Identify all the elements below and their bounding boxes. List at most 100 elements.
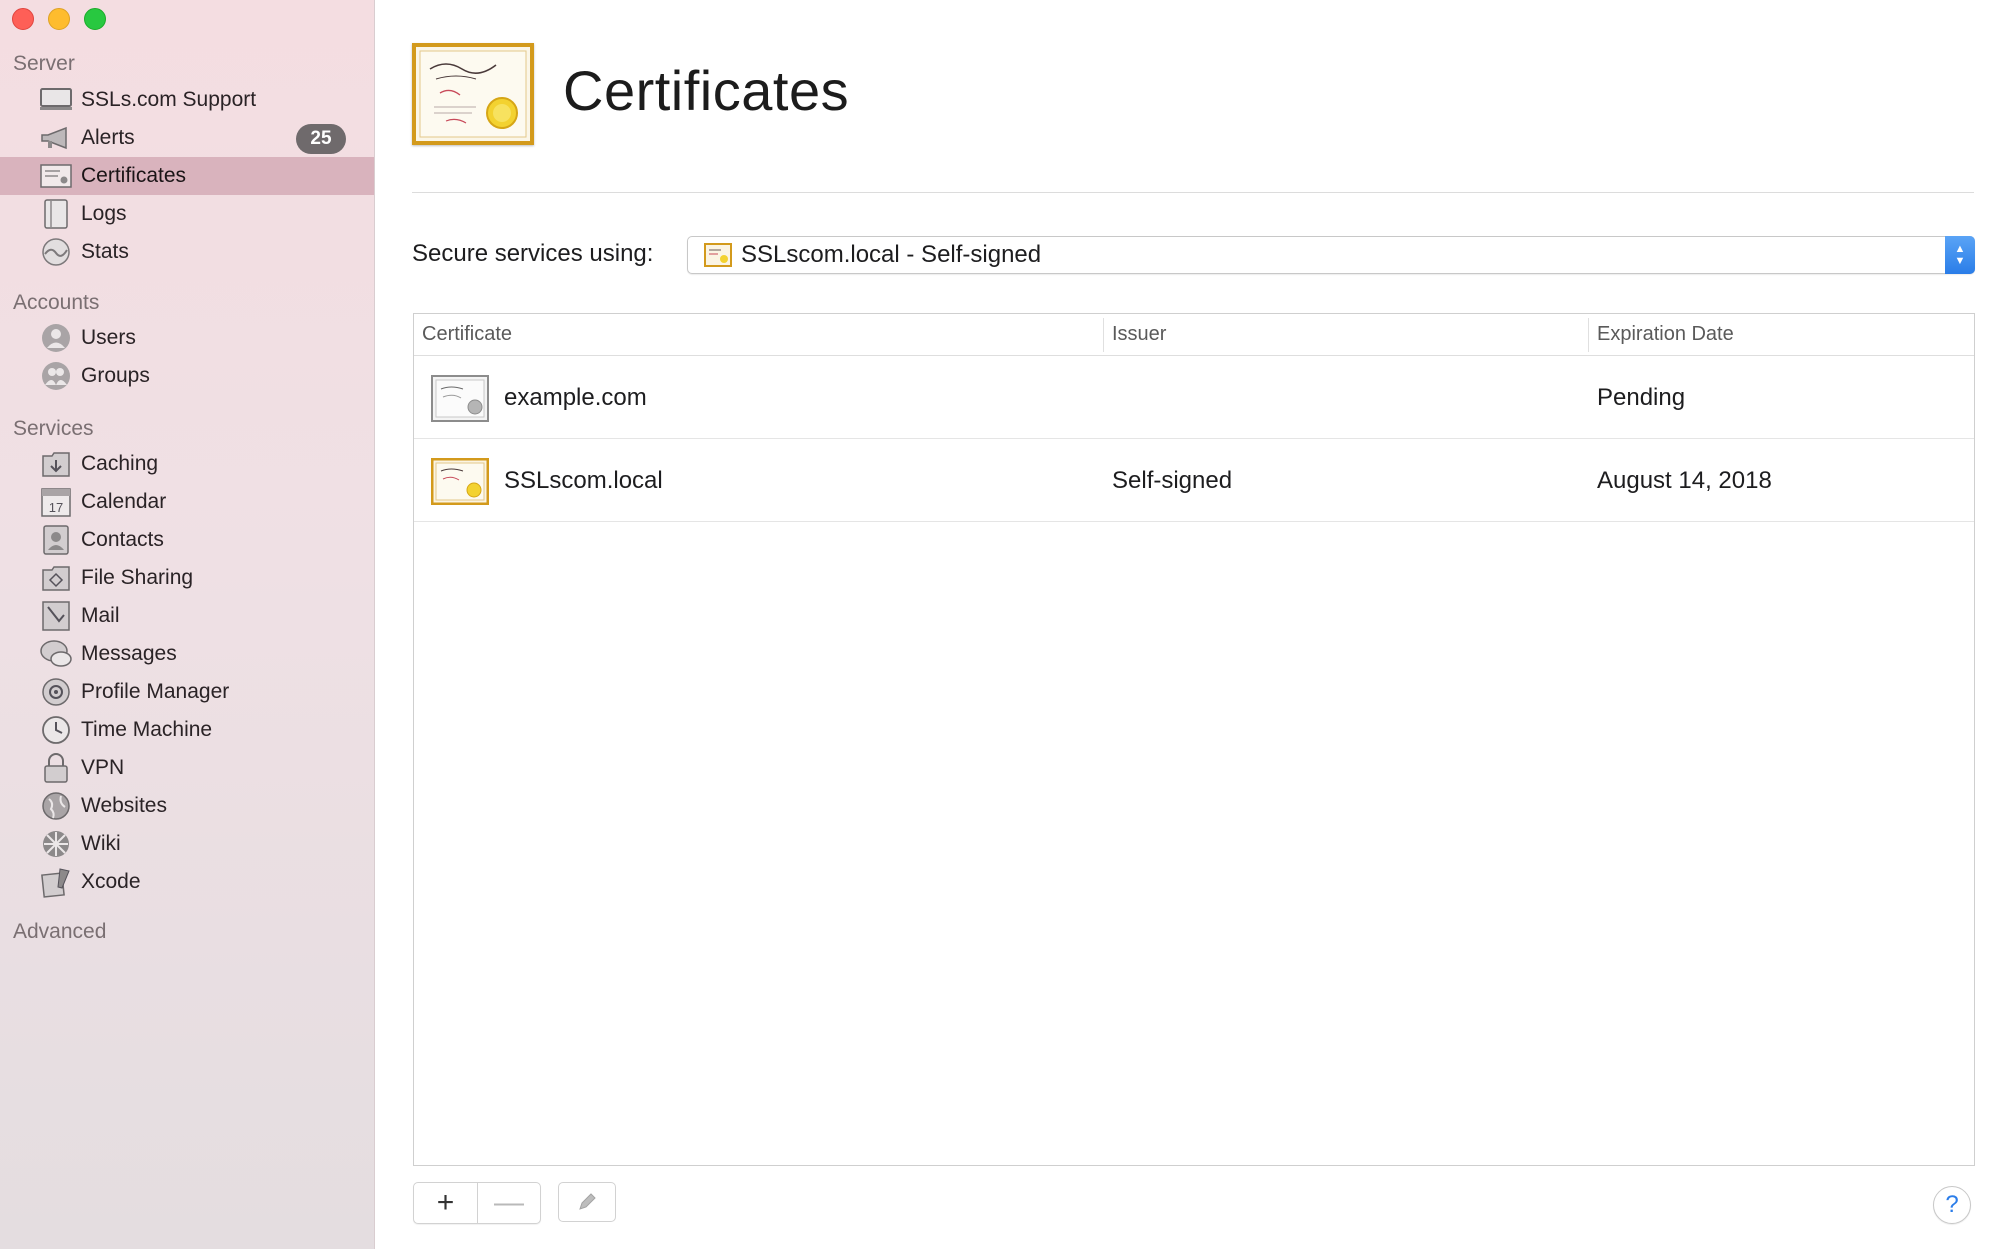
section-advanced[interactable]: Advanced [13, 920, 106, 944]
sidebar-item-label: File Sharing [81, 566, 194, 589]
table-row[interactable]: example.com Pending [414, 356, 1974, 439]
display-icon [40, 84, 72, 116]
sidebar-item-label: Calendar [81, 490, 167, 513]
calendar-icon-date: 17 [49, 500, 63, 515]
certificate-header-icon [412, 43, 534, 145]
sidebar-item-websites[interactable]: Websites [0, 787, 374, 825]
secure-services-label: Secure services using: [412, 240, 654, 267]
wiki-icon [40, 828, 72, 860]
sidebar-item-label: SSLs.com Support [81, 88, 257, 111]
stats-icon [40, 236, 72, 268]
certificate-expiration: August 14, 2018 [1597, 467, 1772, 494]
certificates-table: Certificate Issuer Expiration Date examp… [413, 313, 1975, 1166]
time-machine-icon [40, 714, 72, 746]
column-header-certificate[interactable]: Certificate [422, 323, 512, 346]
sidebar-item-label: Certificates [81, 164, 187, 187]
pencil-icon [579, 1193, 596, 1210]
sidebar-item-vpn[interactable]: VPN [0, 749, 374, 787]
root-certificate-icon [704, 243, 732, 267]
sidebar-item-caching[interactable]: Caching [0, 445, 374, 483]
minimize-window-button[interactable] [48, 8, 70, 30]
user-icon [40, 322, 72, 354]
sidebar-item-label: Users [81, 326, 136, 349]
header-divider [412, 192, 1974, 193]
section-server: Server [13, 52, 75, 75]
section-services: Services [13, 417, 94, 440]
page-title: Certificates [563, 59, 850, 122]
help-button[interactable]: ? [1933, 1186, 1971, 1224]
sidebar-item-label: Groups [81, 364, 150, 387]
sidebar-item-users[interactable]: Users [0, 319, 374, 357]
caching-icon [40, 448, 72, 480]
sidebar-item-label: Wiki [81, 832, 121, 855]
edit-certificate-button[interactable] [558, 1182, 616, 1222]
xcode-icon [40, 866, 72, 898]
sidebar-item-sslscom-support[interactable]: SSLs.com Support [0, 81, 374, 119]
sidebar-item-label: Xcode [81, 870, 141, 893]
sidebar-item-label: Logs [81, 202, 127, 225]
certificate-name: example.com [504, 384, 647, 411]
section-accounts: Accounts [13, 291, 100, 314]
alerts-count-badge: 25 [296, 124, 346, 154]
zoom-window-button[interactable] [84, 8, 106, 30]
column-separator[interactable] [1103, 318, 1104, 352]
add-remove-group: + — [413, 1182, 541, 1224]
sidebar-item-stats[interactable]: Stats [0, 233, 374, 271]
sidebar-item-contacts[interactable]: Contacts [0, 521, 374, 559]
sidebar-item-label: Caching [81, 452, 159, 475]
certificate-issuer: Self-signed [1112, 467, 1233, 494]
table-header: Certificate Issuer Expiration Date [414, 314, 1974, 356]
sidebar-item-file-sharing[interactable]: File Sharing [0, 559, 374, 597]
sidebar-item-xcode[interactable]: Xcode [0, 863, 374, 901]
sidebar-item-label: VPN [81, 756, 125, 779]
group-icon [40, 360, 72, 392]
messages-icon [40, 638, 72, 670]
sidebar-item-label: Mail [81, 604, 120, 627]
sidebar-item-label: Messages [81, 642, 177, 665]
globe-icon [40, 790, 72, 822]
sidebar-item-profile-manager[interactable]: Profile Manager [0, 673, 374, 711]
secure-services-select[interactable]: SSLscom.local - Self-signed ▲ ▼ [687, 236, 1975, 274]
column-header-expiration[interactable]: Expiration Date [1597, 323, 1734, 346]
root-certificate-icon [430, 457, 490, 506]
sidebar-item-messages[interactable]: Messages [0, 635, 374, 673]
main-pane: Certificates Secure services using: SSLs… [376, 0, 1999, 1249]
sidebar-item-mail[interactable]: Mail [0, 597, 374, 635]
sidebar-item-logs[interactable]: Logs [0, 195, 374, 233]
megaphone-icon [40, 122, 72, 154]
sidebar-item-certificates[interactable]: Certificates [0, 157, 374, 195]
table-row[interactable]: SSLscom.local Self-signed August 14, 201… [414, 439, 1974, 522]
sidebar-item-label: Profile Manager [81, 680, 230, 703]
sidebar-item-label: Alerts [81, 126, 135, 149]
select-arrows-icon[interactable]: ▲ ▼ [1945, 236, 1975, 274]
sidebar-item-alerts[interactable]: Alerts 25 [0, 119, 374, 157]
log-book-icon [40, 198, 72, 230]
secure-services-value: SSLscom.local - Self-signed [741, 241, 1042, 268]
window-controls [12, 8, 106, 30]
column-separator[interactable] [1588, 318, 1589, 352]
sidebar-item-calendar[interactable]: 17 Calendar [0, 483, 374, 521]
table-actions-bar: + — [413, 1182, 616, 1224]
close-window-button[interactable] [12, 8, 34, 30]
column-header-issuer[interactable]: Issuer [1112, 323, 1166, 346]
sidebar: Server SSLs.com Support Alerts 25 Certif… [0, 0, 375, 1249]
contacts-icon [40, 524, 72, 556]
sidebar-item-wiki[interactable]: Wiki [0, 825, 374, 863]
mail-icon [40, 600, 72, 632]
calendar-icon: 17 [40, 486, 72, 518]
vpn-lock-icon [40, 752, 72, 784]
certificate-expiration: Pending [1597, 384, 1686, 411]
remove-certificate-button[interactable]: — [477, 1183, 540, 1223]
sidebar-item-label: Contacts [81, 528, 164, 551]
file-sharing-icon [40, 562, 72, 594]
certificate-name: SSLscom.local [504, 467, 663, 494]
pending-certificate-icon [431, 375, 489, 422]
sidebar-item-label: Stats [81, 240, 129, 263]
sidebar-item-groups[interactable]: Groups [0, 357, 374, 395]
sidebar-item-label: Time Machine [81, 718, 213, 741]
sidebar-item-time-machine[interactable]: Time Machine [0, 711, 374, 749]
profile-manager-icon [40, 676, 72, 708]
add-certificate-button[interactable]: + [414, 1183, 477, 1223]
sidebar-item-label: Websites [81, 794, 167, 817]
certificate-icon [40, 160, 72, 192]
